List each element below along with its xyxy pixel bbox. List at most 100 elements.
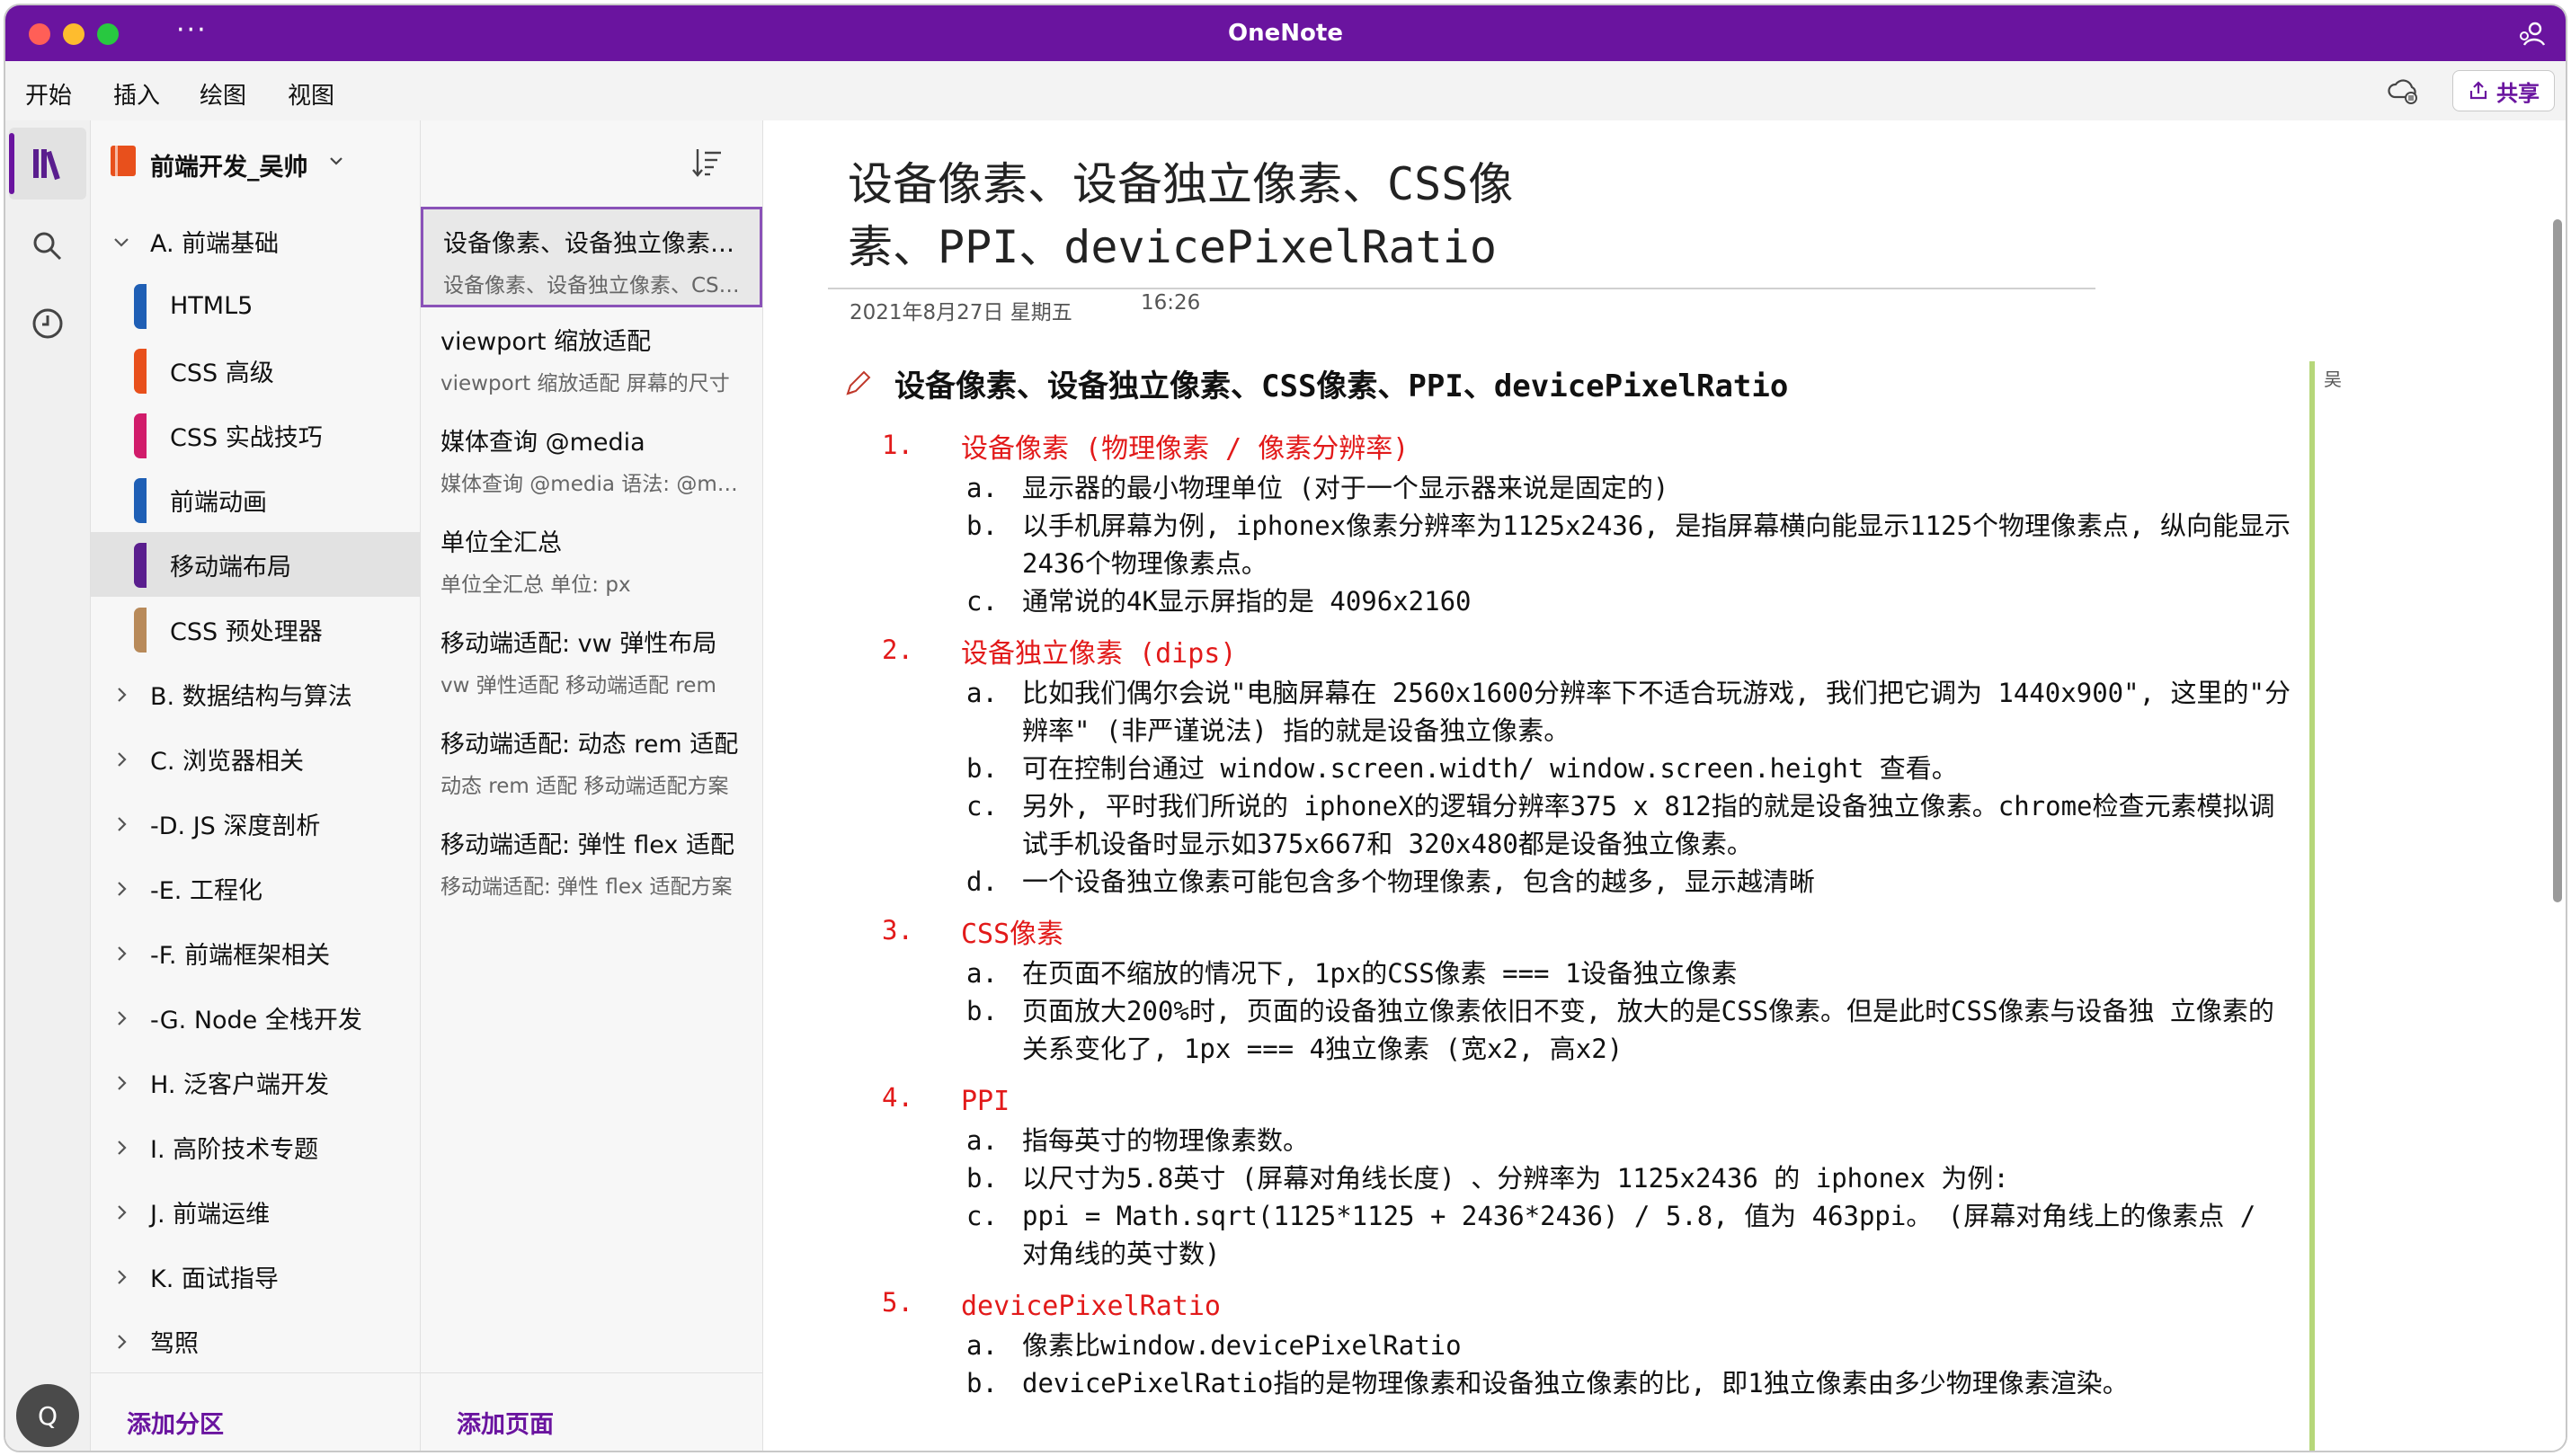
share-button[interactable]: 共享 [2452,70,2555,111]
sub-item-text: devicePixelRatio指的是物理像素和设备独立像素的比, 即1独立像素… [1022,1368,2129,1398]
sub-item-text: 比如我们偶尔会说"电脑屏幕在 2560x1600分辨率下不适合玩游戏, 我们把它… [1022,678,2291,746]
pages-footer: 添加页面 [421,1372,762,1451]
section-color-tab [134,608,147,653]
sub-item-text: 指每英寸的物理像素数。 [1022,1125,1310,1156]
section-item[interactable]: HTML5 [91,273,420,338]
section-group-label: -F. 前端框架相关 [150,941,331,970]
section-group[interactable]: B. 数据结构与算法 [91,661,420,726]
page-list-item[interactable]: 移动端适配: 动态 rem 适配 动态 rem 适配 移动端适配方案 [421,710,762,811]
section-group[interactable]: -E. 工程化 [91,856,420,920]
sub-item-letter: a. [966,1125,998,1156]
page-list-item[interactable]: 媒体查询 @media 媒体查询 @media 语法: @media [421,408,762,509]
chevron-down-icon[interactable] [112,233,130,251]
share-icon [2469,81,2487,100]
item-number: 2. [882,635,913,665]
page-title[interactable]: 设备像素、设备独立像素、CSS像素、PPI、devicePixelRatio [848,153,1585,279]
section-group-label: 驾照 [150,1329,199,1358]
section-item[interactable]: 移动端布局 [91,532,420,597]
sub-item: a. 指每英寸的物理像素数。 [894,1122,2297,1159]
sub-item-text: 以尺寸为5.8英寸 (屏幕对角线长度) 、分辨率为 1125x2436 的 ip… [1022,1163,2009,1194]
people-icon[interactable] [2517,20,2546,49]
section-list: A. 前端基础 HTML5 CSS 高级 CSS 实战技巧 前端动画 移动端布局 CSS 预… [91,209,420,1373]
chevron-right-icon[interactable] [112,1203,130,1221]
tab-insert[interactable]: 插入 [113,77,160,111]
page-item-preview: 媒体查询 @media 语法: @media [440,473,743,496]
chevron-right-icon[interactable] [112,750,130,768]
section-group[interactable]: -G. Node 全栈开发 [91,985,420,1050]
section-group[interactable]: H. 泛客户端开发 [91,1050,420,1114]
section-item[interactable]: CSS 高级 [91,338,420,403]
add-section-button[interactable]: 添加分区 [127,1405,224,1440]
page-item-preview: 移动端适配: 弹性 flex 适配方案 [440,875,733,899]
chevron-right-icon[interactable] [112,1074,130,1092]
section-group[interactable]: J. 前端运维 [91,1179,420,1244]
chevron-right-icon[interactable] [112,945,130,963]
sub-item-letter: c. [966,586,998,617]
sub-item: a. 显示器的最小物理单位 (对于一个显示器来说是固定的) [894,469,2297,507]
section-color-tab [134,349,147,394]
section-group-label: -E. 工程化 [150,876,262,905]
section-group[interactable]: I. 高阶技术专题 [91,1114,420,1179]
section-group[interactable]: A. 前端基础 [91,209,420,273]
sub-item: a. 像素比window.devicePixelRatio [894,1327,2297,1364]
chevron-right-icon[interactable] [112,686,130,704]
sub-item: c. 另外, 平时我们所说的 iphoneX的逻辑分辨率375 x 812指的就是… [894,787,2297,863]
section-group-label: C. 浏览器相关 [150,747,305,776]
sub-item: b. 以尺寸为5.8英寸 (屏幕对角线长度) 、分辨率为 1125x2436 的 … [894,1159,2297,1197]
section-group[interactable]: -F. 前端框架相关 [91,920,420,985]
section-group[interactable]: 驾照 [91,1309,420,1373]
chevron-right-icon[interactable] [112,1139,130,1157]
page-list-item[interactable]: 设备像素、设备独立像素、CSS像素、PPI、devicePixelRatio 设备… [421,207,762,307]
sub-item-letter: a. [966,473,998,503]
title-divider [828,288,2095,289]
chevron-right-icon[interactable] [112,1268,130,1286]
section-group[interactable]: K. 面试指导 [91,1244,420,1309]
ribbon-tabs: 开始 插入 绘图 视图 共享 [5,61,2566,121]
page-list-item[interactable]: 移动端适配: vw 弹性布局 vw 弹性适配 移动端适配 rem [421,609,762,710]
sort-pages-icon[interactable] [689,144,726,182]
pencil-icon [846,370,871,395]
page-list-item[interactable]: 移动端适配: 弹性 flex 适配 移动端适配: 弹性 flex 适配方案 [421,811,762,911]
notebooks-icon[interactable] [28,144,67,183]
section-label: CSS 高级 [170,359,274,387]
page-item-preview: 设备像素、设备独立像素、CSS像素 [443,274,740,297]
note-container[interactable]: 设备像素、设备独立像素、CSS像素、PPI、devicePixelRatio 1… [882,361,2297,1402]
notebook-switcher[interactable]: 前端开发_吴帅 [91,120,420,207]
tab-home[interactable]: 开始 [25,77,72,111]
recent-clock-icon[interactable] [28,304,67,343]
sub-item-letter: a. [966,958,998,989]
chevron-right-icon[interactable] [112,880,130,898]
tab-view[interactable]: 视图 [288,77,334,111]
tab-draw[interactable]: 绘图 [200,77,246,111]
pages-pane: 设备像素、设备独立像素、CSS像素、PPI、devicePixelRatio 设备… [421,120,763,1451]
section-item[interactable]: CSS 实战技巧 [91,403,420,467]
page-list-item[interactable]: viewport 缩放适配 viewport 缩放适配 屏幕的尺寸 [421,307,762,408]
chevron-right-icon[interactable] [112,1009,130,1027]
sub-item-text: 一个设备独立像素可能包含多个物理像素, 包含的越多, 显示越清晰 [1022,866,1815,897]
page-list-item[interactable]: 单位全汇总 单位全汇总 单位: px [421,509,762,609]
section-item[interactable]: CSS 预处理器 [91,597,420,661]
section-group[interactable]: -D. JS 深度剖析 [91,791,420,856]
page-canvas[interactable]: 设备像素、设备独立像素、CSS像素、PPI、devicePixelRatio 2… [763,120,2566,1451]
section-group-label: J. 前端运维 [150,1200,271,1229]
navigation-rail: Q [5,120,91,1451]
sub-item-letter: b. [966,1163,998,1194]
section-item[interactable]: 前端动画 [91,467,420,532]
chevron-right-icon[interactable] [112,1333,130,1351]
scrollbar-thumb[interactable] [2553,219,2562,902]
section-group[interactable]: C. 浏览器相关 [91,726,420,791]
add-page-button[interactable]: 添加页面 [457,1405,554,1440]
page-item-title: 单位全汇总 [440,529,562,557]
sub-item: b. 可在控制台通过 window.screen.width/ window.sc… [894,750,2297,787]
sync-cloud-icon[interactable] [2386,75,2420,106]
notebook-name: 前端开发_吴帅 [150,154,308,182]
chevron-right-icon[interactable] [112,815,130,833]
search-icon[interactable] [28,226,67,266]
sub-item-text: 另外, 平时我们所说的 iphoneX的逻辑分辨率375 x 812指的就是设备… [1022,791,2275,859]
sub-item: a. 在页面不缩放的情况下, 1px的CSS像素 === 1设备独立像素 [894,954,2297,992]
user-avatar[interactable]: Q [16,1384,79,1447]
sub-item-letter: c. [966,791,998,821]
sub-item-text: 页面放大200%时, 页面的设备独立像素依旧不变, 放大的是CSS像素。但是此时… [1022,996,2274,1064]
page-item-preview: vw 弹性适配 移动端适配 rem [440,674,716,697]
item-number: 1. [882,430,913,460]
